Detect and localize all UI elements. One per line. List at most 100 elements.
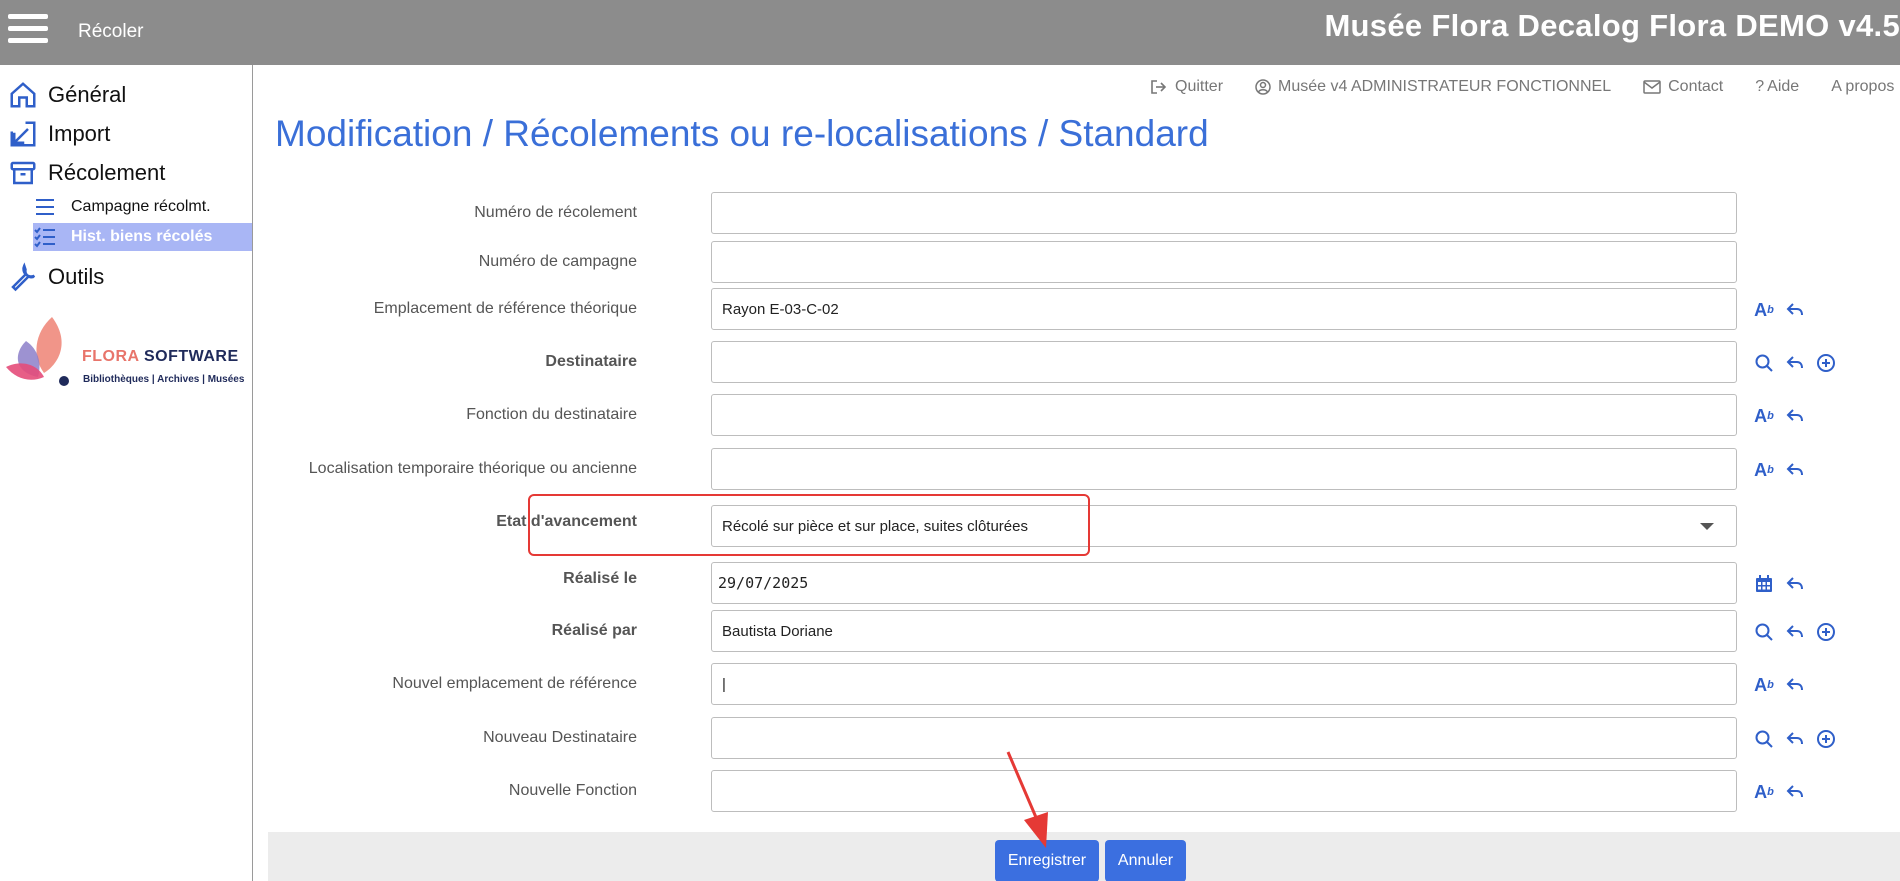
logo-tagline: Bibliothèques | Archives | Musées	[83, 374, 245, 385]
add-circle-icon[interactable]	[1815, 352, 1837, 374]
annotation-highlight	[528, 494, 1090, 556]
chevron-down-icon	[1700, 523, 1714, 530]
field-label: Réalisé le	[563, 570, 637, 587]
field-actions: Ab	[1753, 404, 1815, 428]
form-row-realise-par: Réalisé par Bautista Doriane	[268, 610, 1900, 652]
destinataire-input[interactable]	[711, 341, 1737, 383]
field-label: Localisation temporaire théorique ou anc…	[308, 460, 637, 477]
field-actions	[1753, 620, 1846, 644]
undo-icon[interactable]	[1784, 299, 1806, 321]
field-actions	[1753, 351, 1846, 375]
contact-label: Contact	[1668, 78, 1724, 95]
cancel-button[interactable]: Annuler	[1105, 840, 1186, 881]
envelope-icon	[1643, 80, 1661, 94]
localisation-temporaire-input[interactable]	[711, 448, 1737, 490]
field-actions: Ab	[1753, 298, 1815, 322]
field-actions	[1753, 572, 1815, 596]
field-label: Numéro de récolement	[474, 204, 637, 221]
search-icon[interactable]	[1753, 621, 1775, 643]
sidebar-item-general[interactable]: Général	[8, 77, 126, 113]
form-row-numero-recolement: Numéro de récolement	[268, 192, 1900, 234]
form-row-nouvel-emplacement: Nouvel emplacement de référence | Ab	[268, 663, 1900, 705]
sidebar-item-recolement[interactable]: Récolement	[8, 155, 165, 191]
undo-icon[interactable]	[1784, 781, 1806, 803]
form-row-fonction-destinataire: Fonction du destinataire Ab	[268, 394, 1900, 436]
undo-icon[interactable]	[1784, 674, 1806, 696]
sidebar-item-outils[interactable]: Outils	[8, 259, 104, 295]
numero-campagne-input[interactable]	[711, 241, 1737, 283]
app-title: Musée Flora Decalog Flora DEMO v4.5	[1324, 8, 1900, 43]
form-row-destinataire: Destinataire	[268, 341, 1900, 383]
emplacement-reference-input[interactable]: Rayon E-03-C-02	[711, 288, 1737, 330]
help-label: Aide	[1767, 78, 1800, 95]
contact-link[interactable]: Contact	[1643, 78, 1723, 96]
sidebar-item-label: Import	[48, 121, 111, 146]
flora-logo-mark	[6, 317, 69, 386]
calendar-icon[interactable]	[1753, 573, 1775, 595]
undo-icon[interactable]	[1784, 459, 1806, 481]
question-icon: ?	[1755, 78, 1765, 95]
fonction-destinataire-input[interactable]	[711, 394, 1737, 436]
field-actions: Ab	[1753, 780, 1815, 804]
field-label: Réalisé par	[551, 622, 637, 639]
search-icon[interactable]	[1753, 352, 1775, 374]
page-title: Modification / Récolements ou re-localis…	[275, 113, 1209, 154]
logout-icon	[1151, 80, 1167, 94]
undo-icon[interactable]	[1784, 728, 1806, 750]
header-links: Quitter Musée v4 ADMINISTRATEUR FONCTION…	[1150, 76, 1900, 98]
realise-le-input[interactable]: 29/07/2025	[711, 562, 1737, 604]
form-row-numero-campagne: Numéro de campagne	[268, 241, 1900, 283]
undo-icon[interactable]	[1784, 573, 1806, 595]
sidebar-subitem-hist-biens[interactable]: Hist. biens récolés	[33, 223, 252, 251]
list-icon	[36, 199, 54, 215]
add-circle-icon[interactable]	[1815, 621, 1837, 643]
field-label: Emplacement de référence théorique	[373, 300, 637, 317]
nouvelle-fonction-input[interactable]	[711, 770, 1737, 812]
sidebar-subitem-label: Hist. biens récolés	[71, 228, 213, 245]
quit-label: Quitter	[1175, 78, 1224, 95]
form-row-localisation-temporaire: Localisation temporaire théorique ou anc…	[268, 448, 1900, 490]
sidebar-subitem-campagne[interactable]: Campagne récolmt.	[33, 193, 252, 221]
form-row-nouvelle-fonction: Nouvelle Fonction Ab	[268, 770, 1900, 812]
text-format-icon[interactable]: Ab	[1753, 299, 1775, 321]
realise-par-input[interactable]: Bautista Doriane	[711, 610, 1737, 652]
sidebar: Général Import Récolement Campagne récol…	[0, 65, 253, 881]
form-row-realise-le: Réalisé le 29/07/2025	[268, 562, 1900, 604]
archive-icon	[10, 161, 36, 185]
about-link[interactable]: A propos	[1831, 78, 1894, 96]
form-row-nouveau-destinataire: Nouveau Destinataire	[268, 717, 1900, 759]
nouveau-destinataire-input[interactable]	[711, 717, 1737, 759]
field-label: Nouvelle Fonction	[508, 782, 637, 799]
nouvel-emplacement-input[interactable]: |	[711, 663, 1737, 705]
form-row-emplacement-reference: Emplacement de référence théorique Rayon…	[268, 288, 1900, 330]
wrench-icon	[11, 262, 36, 292]
numero-recolement-input[interactable]	[711, 192, 1737, 234]
top-bar: Récoler Musée Flora Decalog Flora DEMO v…	[0, 0, 1900, 65]
user-link[interactable]: Musée v4 ADMINISTRATEUR FONCTIONNEL	[1255, 78, 1611, 96]
user-label: Musée v4 ADMINISTRATEUR FONCTIONNEL	[1278, 78, 1612, 95]
help-link[interactable]: ? Aide	[1755, 78, 1799, 96]
field-label: Destinataire	[545, 353, 637, 370]
text-format-icon[interactable]: Ab	[1753, 405, 1775, 427]
checklist-icon	[34, 227, 55, 248]
add-circle-icon[interactable]	[1815, 728, 1837, 750]
field-actions: Ab	[1753, 458, 1815, 482]
sidebar-item-label: Outils	[48, 264, 105, 289]
logo-wordmark: FLORA SOFTWARE	[82, 348, 239, 365]
field-label: Fonction du destinataire	[466, 406, 637, 423]
search-icon[interactable]	[1753, 728, 1775, 750]
text-format-icon[interactable]: Ab	[1753, 781, 1775, 803]
module-title: Récoler	[78, 21, 144, 42]
quit-link[interactable]: Quitter	[1150, 78, 1223, 96]
menu-icon[interactable]	[8, 14, 48, 48]
sidebar-item-import[interactable]: Import	[8, 116, 110, 152]
undo-icon[interactable]	[1784, 352, 1806, 374]
sidebar-item-label: Récolement	[48, 160, 166, 185]
undo-icon[interactable]	[1784, 621, 1806, 643]
text-format-icon[interactable]: Ab	[1753, 459, 1775, 481]
user-icon	[1255, 79, 1271, 95]
undo-icon[interactable]	[1784, 405, 1806, 427]
sidebar-subitem-label: Campagne récolmt.	[71, 198, 211, 215]
text-format-icon[interactable]: Ab	[1753, 674, 1775, 696]
about-label: A propos	[1831, 78, 1895, 95]
